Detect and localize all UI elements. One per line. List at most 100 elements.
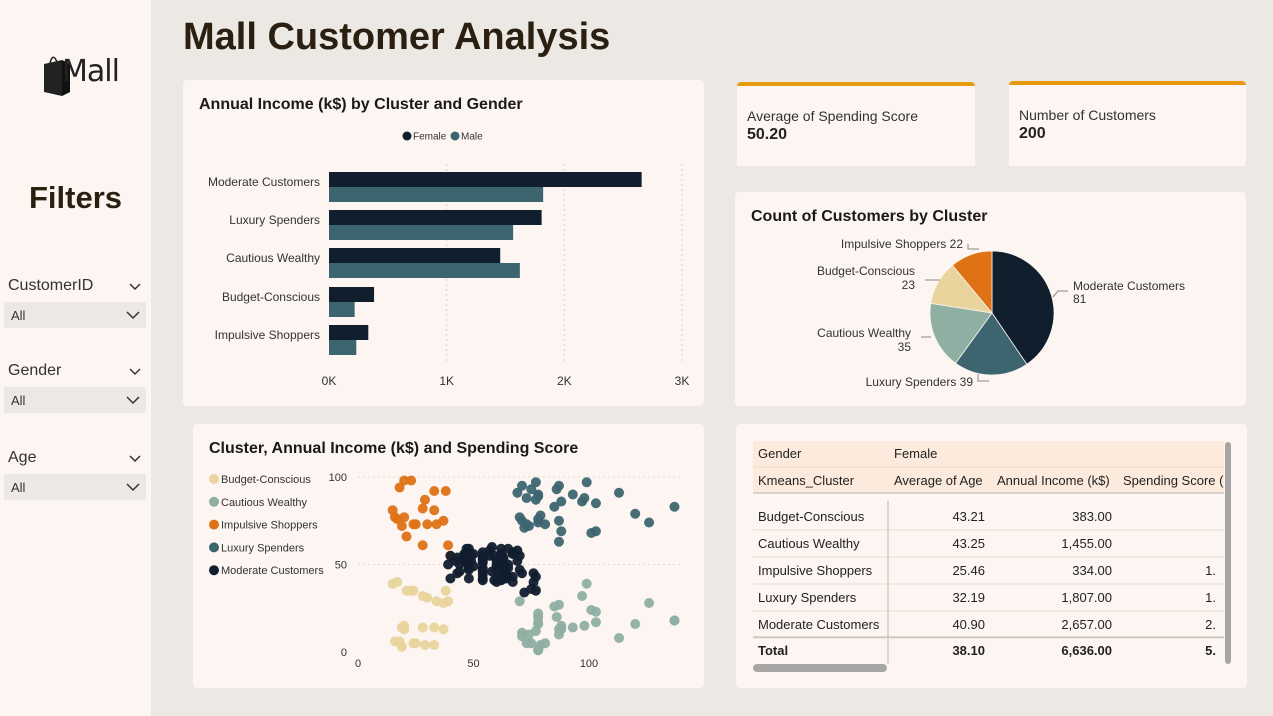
scatter-point <box>517 568 528 579</box>
sidebar: Mall Filters CustomerID All Gender All A… <box>0 0 151 716</box>
scatter-point <box>540 638 551 649</box>
x-tick-label: 1K <box>439 374 454 388</box>
category-label: Cautious Wealthy <box>226 251 320 265</box>
scatter-point <box>417 503 428 514</box>
scatter-point <box>530 571 541 582</box>
scatter-point <box>440 486 451 496</box>
bar-male <box>329 302 355 317</box>
gender-dropdown[interactable]: All <box>4 387 146 413</box>
scatter-point <box>438 515 449 526</box>
scatter-point <box>530 477 541 488</box>
x-tick-label: 50 <box>467 658 479 670</box>
scatter-point <box>517 480 528 491</box>
scatter-point <box>590 617 601 628</box>
bar-female <box>329 210 542 225</box>
scatter-point <box>429 622 440 633</box>
filter-label-customerid: CustomerID <box>8 277 94 294</box>
chevron-down-icon[interactable] <box>128 280 142 294</box>
scatter-point <box>419 494 430 505</box>
scatter-point <box>477 566 488 577</box>
kpi-value: 50.20 <box>747 126 788 143</box>
table-cell: 43.21 <box>952 509 985 524</box>
scatter-point <box>535 510 546 521</box>
bar-female <box>329 287 375 302</box>
bar-male <box>329 340 357 355</box>
column-group-header-label: Gender <box>758 446 802 461</box>
x-tick-label: 2K <box>557 374 572 388</box>
legend-label: Female <box>413 132 447 143</box>
scatter-point <box>503 559 514 570</box>
x-tick-label: 0K <box>322 374 337 388</box>
bar-female <box>329 325 369 340</box>
scatter-point <box>410 519 421 530</box>
total-label: Total <box>758 643 788 658</box>
chevron-down-icon[interactable] <box>128 452 142 466</box>
table-cell: 25.46 <box>952 563 985 578</box>
scatter-point <box>468 561 479 572</box>
horizontal-scrollbar[interactable] <box>753 664 887 672</box>
scatter-point <box>429 486 440 496</box>
scatter-point <box>399 512 410 523</box>
x-tick-label: 3K <box>675 374 690 388</box>
scatter-point <box>553 515 564 526</box>
bar-male <box>329 263 520 278</box>
scatter-point <box>581 578 592 589</box>
customerid-dropdown[interactable]: All <box>4 302 146 328</box>
scatter-point <box>417 622 428 633</box>
bar-chart-card: Annual Income (k$) by Cluster and Gender… <box>183 80 704 406</box>
legend-marker <box>450 131 460 141</box>
scatter-point <box>669 501 680 512</box>
category-label: Moderate Customers <box>208 175 320 189</box>
row-label: Moderate Customers <box>758 617 880 632</box>
table-cell: 1,807.00 <box>1061 590 1112 605</box>
scatter-point <box>399 624 410 635</box>
scatter-point <box>419 640 430 650</box>
scatter-point <box>454 566 465 577</box>
scatter-point <box>514 550 525 561</box>
matrix-table: Gender Female Kmeans_Cluster Average of Age… <box>753 441 1224 664</box>
scatter-point <box>429 505 440 516</box>
scatter-point <box>614 633 625 643</box>
leader-line <box>1052 290 1068 298</box>
scatter-point <box>579 493 590 503</box>
age-dropdown[interactable]: All <box>4 474 146 500</box>
slice-value: 23 <box>902 278 916 292</box>
scatter-point <box>590 526 601 537</box>
total-cell: 5. <box>1205 643 1216 658</box>
column-header: Kmeans_Cluster <box>758 473 855 488</box>
kpi-label: Number of Customers <box>1019 107 1156 123</box>
row-label: Luxury Spenders <box>758 590 857 605</box>
scatter-point <box>567 622 578 633</box>
scatter-point <box>630 619 641 629</box>
scatter-point <box>644 517 655 528</box>
legend-label: Cautious Wealthy <box>221 497 308 509</box>
scatter-point <box>443 596 454 607</box>
legend-marker <box>209 565 219 576</box>
scatter-point <box>581 477 592 488</box>
scatter-point <box>590 606 601 617</box>
kpi-card-spending-score: Average of Spending Score 50.20 <box>737 82 975 166</box>
vertical-scrollbar[interactable] <box>1225 442 1231 664</box>
scatter-point <box>486 542 497 552</box>
scatter-point <box>533 619 544 629</box>
scatter-point <box>408 585 419 596</box>
scatter-point <box>614 487 625 498</box>
age-dropdown-value: All <box>11 480 26 495</box>
chevron-down-icon <box>126 311 140 320</box>
chevron-down-icon[interactable] <box>128 365 142 379</box>
legend-label: Luxury Spenders <box>221 542 305 554</box>
scatter-point <box>396 521 407 531</box>
filter-label-gender: Gender <box>8 362 62 379</box>
category-label: Impulsive Shoppers <box>215 328 320 342</box>
scatter-point <box>669 615 680 626</box>
scatter-point <box>533 491 544 502</box>
scatter-point <box>406 475 417 486</box>
legend-marker <box>402 131 412 141</box>
scatter-point <box>438 624 449 635</box>
chevron-down-icon <box>126 483 140 492</box>
legend-marker <box>209 474 219 484</box>
legend-label: Impulsive Shoppers <box>221 520 318 532</box>
table-cell: 1. <box>1205 590 1216 605</box>
bar-female <box>329 248 501 263</box>
kpi-label: Average of Spending Score <box>747 108 918 124</box>
